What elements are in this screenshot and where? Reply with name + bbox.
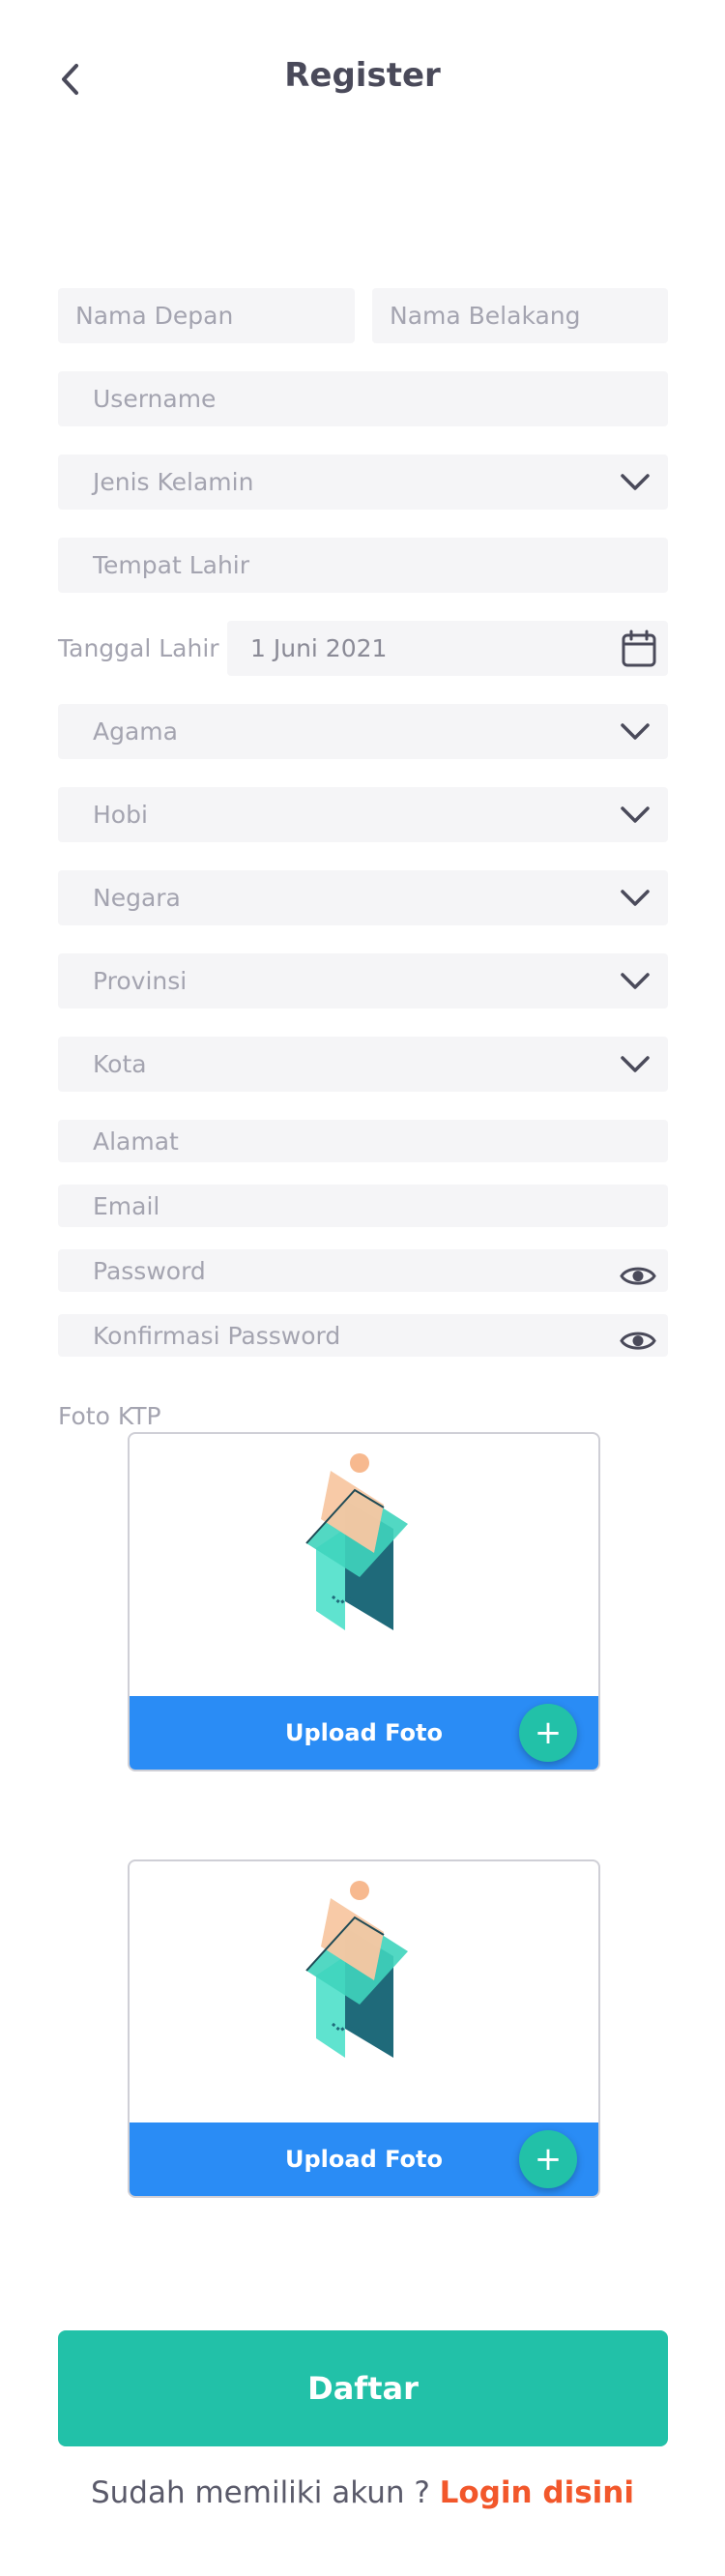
- plus-icon[interactable]: +: [519, 2130, 577, 2188]
- eye-icon[interactable]: [620, 1263, 656, 1290]
- province-placeholder: Provinsi: [93, 967, 188, 995]
- login-prompt: Sudah memiliki akun ? Login disini: [0, 2475, 725, 2510]
- upload-arrow-illustration: [304, 1453, 408, 1630]
- email-input[interactable]: Email: [58, 1185, 668, 1227]
- username-placeholder: Username: [93, 385, 217, 413]
- email-placeholder: Email: [93, 1191, 160, 1220]
- chevron-down-icon: [621, 805, 650, 823]
- chevron-down-icon: [621, 722, 650, 740]
- chevron-down-icon: [621, 972, 650, 989]
- register-submit-button[interactable]: Daftar: [58, 2330, 668, 2446]
- birthdate-value: 1 Juni 2021: [250, 634, 388, 662]
- chevron-down-icon: [621, 1055, 650, 1072]
- birthplace-input[interactable]: Tempat Lahir: [58, 538, 668, 593]
- province-select[interactable]: Provinsi: [58, 953, 668, 1009]
- page-title: Register: [284, 56, 441, 95]
- second-photo-upload-card[interactable]: Upload Foto +: [128, 1859, 600, 2198]
- last-name-input[interactable]: Nama Belakang: [372, 288, 668, 343]
- city-select[interactable]: Kota: [58, 1037, 668, 1092]
- religion-select[interactable]: Agama: [58, 704, 668, 759]
- password-input[interactable]: Password: [58, 1249, 668, 1292]
- birthdate-label: Tanggal Lahir: [58, 634, 219, 662]
- religion-placeholder: Agama: [93, 717, 178, 746]
- login-prompt-text: Sudah memiliki akun ?: [90, 2475, 440, 2510]
- ktp-photo-label: Foto KTP: [58, 1402, 161, 1430]
- ktp-upload-card[interactable]: Upload Foto +: [128, 1432, 600, 1771]
- username-input[interactable]: Username: [58, 371, 668, 426]
- submit-label: Daftar: [307, 2370, 419, 2407]
- address-input[interactable]: Alamat: [58, 1120, 668, 1162]
- country-select[interactable]: Negara: [58, 870, 668, 925]
- confirm-password-placeholder: Konfirmasi Password: [93, 1321, 341, 1350]
- upload-label: Upload Foto: [285, 1719, 443, 1746]
- calendar-icon[interactable]: [620, 629, 658, 669]
- upload-bar[interactable]: Upload Foto +: [130, 1696, 598, 1770]
- first-name-placeholder: Nama Depan: [75, 302, 234, 330]
- birthdate-input[interactable]: 1 Juni 2021: [227, 621, 668, 676]
- city-placeholder: Kota: [93, 1050, 147, 1078]
- first-name-input[interactable]: Nama Depan: [58, 288, 355, 343]
- chevron-down-icon: [621, 473, 650, 490]
- last-name-placeholder: Nama Belakang: [390, 302, 581, 330]
- hobby-placeholder: Hobi: [93, 801, 148, 829]
- upload-label: Upload Foto: [285, 2146, 443, 2173]
- hobby-select[interactable]: Hobi: [58, 787, 668, 842]
- password-placeholder: Password: [93, 1256, 206, 1285]
- upload-arrow-illustration: [304, 1881, 408, 2058]
- app-header: Register: [0, 0, 725, 155]
- chevron-down-icon: [621, 889, 650, 906]
- plus-icon[interactable]: +: [519, 1704, 577, 1762]
- gender-select[interactable]: Jenis Kelamin: [58, 454, 668, 510]
- login-link[interactable]: Login disini: [440, 2475, 634, 2510]
- eye-icon[interactable]: [620, 1328, 656, 1355]
- birthplace-placeholder: Tempat Lahir: [93, 551, 250, 579]
- gender-placeholder: Jenis Kelamin: [93, 468, 254, 496]
- confirm-password-input[interactable]: Konfirmasi Password: [58, 1314, 668, 1357]
- address-placeholder: Alamat: [93, 1127, 179, 1156]
- upload-bar[interactable]: Upload Foto +: [130, 2122, 598, 2196]
- country-placeholder: Negara: [93, 884, 181, 912]
